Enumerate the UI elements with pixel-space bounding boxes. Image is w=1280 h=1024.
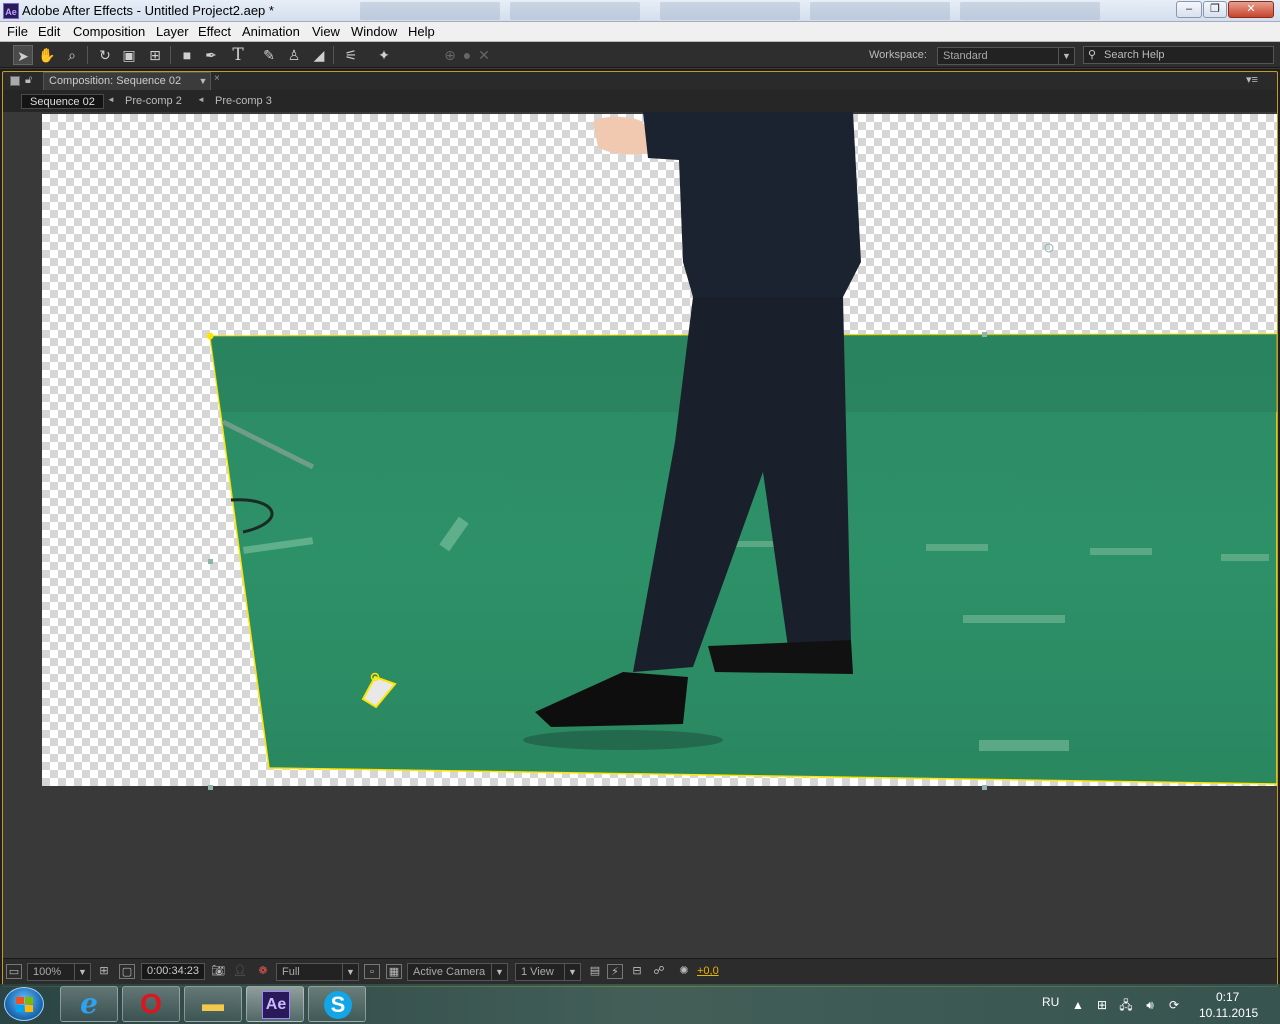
search-icon: ⚲ xyxy=(1088,49,1097,61)
taskbar-internet-explorer[interactable]: e xyxy=(60,986,118,1022)
internet-explorer-icon: e xyxy=(80,987,98,1020)
chevron-down-icon: ▼ xyxy=(1058,48,1074,64)
minimize-button[interactable]: – xyxy=(1176,1,1202,18)
reset-exposure-icon[interactable]: ✺ xyxy=(676,964,692,979)
tool-separator xyxy=(87,46,88,64)
show-hidden-icons-icon[interactable]: ▲ xyxy=(1071,998,1085,1012)
tool-separator xyxy=(333,46,334,64)
background-tab xyxy=(810,2,950,20)
menu-effect[interactable]: Effect xyxy=(198,24,231,39)
clock-time[interactable]: 0:17 xyxy=(1216,990,1239,1004)
current-time-display[interactable]: 0:00:34:23 xyxy=(141,963,205,980)
flowchart-icon[interactable]: ☍ xyxy=(651,964,667,979)
exposure-value[interactable]: +0,0 xyxy=(697,965,719,977)
magnification-value: 100% xyxy=(33,966,62,978)
menu-help[interactable]: Help xyxy=(408,24,435,39)
search-help-input[interactable]: ⚲ Search Help xyxy=(1083,46,1274,64)
region-of-interest-icon[interactable]: ▢ xyxy=(119,964,135,979)
type-tool-icon[interactable]: T xyxy=(228,45,248,65)
brush-tool-icon[interactable]: ✎ xyxy=(259,45,279,65)
taskbar-skype[interactable]: S xyxy=(308,986,366,1022)
start-button[interactable] xyxy=(4,987,44,1021)
channels-icon[interactable]: ❁ xyxy=(255,964,271,979)
resolution-select[interactable]: Full ▼ xyxy=(276,963,359,981)
window-title: Adobe After Effects - Untitled Project2.… xyxy=(22,3,274,18)
snapshot-icon[interactable]: 📷︎ xyxy=(210,964,226,979)
menu-bar: File Edit Composition Layer Effect Anima… xyxy=(0,22,1280,42)
workspace-select[interactable]: Standard ▼ xyxy=(937,47,1075,65)
pen-tool-icon[interactable]: ✒ xyxy=(201,45,221,65)
folder-icon: ▬ xyxy=(202,991,224,1016)
chevron-down-icon: ▼ xyxy=(342,964,358,980)
windows-flag-icon[interactable]: ⊞ xyxy=(1095,998,1109,1012)
view-layout-select[interactable]: 1 View ▼ xyxy=(515,963,581,981)
eraser-tool-icon[interactable]: ◢ xyxy=(309,45,329,65)
fast-previews-icon[interactable]: ▫ xyxy=(364,964,380,979)
background-windows xyxy=(360,2,1100,20)
rotation-tool-icon[interactable]: ↻ xyxy=(95,45,115,65)
always-preview-icon[interactable]: ▭ xyxy=(6,964,22,979)
roto-brush-tool-icon[interactable]: ⚟ xyxy=(341,45,361,65)
tool-separator xyxy=(170,46,171,64)
search-placeholder: Search Help xyxy=(1104,49,1165,61)
skype-icon: S xyxy=(324,991,352,1019)
menu-view[interactable]: View xyxy=(312,24,340,39)
menu-composition[interactable]: Composition xyxy=(73,24,145,39)
background-tab xyxy=(660,2,800,20)
timeline-icon[interactable]: ⊟ xyxy=(629,964,645,979)
title-bar: Ae Adobe After Effects - Untitled Projec… xyxy=(0,0,1280,22)
background-tab xyxy=(360,2,500,20)
workspace-value: Standard xyxy=(943,50,988,62)
axis-view-icon[interactable]: ✕ xyxy=(474,45,494,65)
chevron-down-icon: ▼ xyxy=(491,964,507,980)
maximize-button[interactable]: ❐ xyxy=(1203,1,1227,18)
safe-margins-icon[interactable]: ⊞ xyxy=(96,964,112,979)
opera-icon: O xyxy=(140,988,162,1019)
camera-view-select[interactable]: Active Camera ▼ xyxy=(407,963,508,981)
puppet-pin-tool-icon[interactable]: ✦ xyxy=(374,45,394,65)
sync-icon[interactable]: ⟳ xyxy=(1167,998,1181,1012)
after-effects-icon: Ae xyxy=(262,991,290,1019)
rectangle-tool-icon[interactable]: ■ xyxy=(177,45,197,65)
active-panel-frame xyxy=(2,71,1278,987)
selection-tool-icon[interactable]: ➤ xyxy=(13,45,33,65)
windows-logo-icon xyxy=(16,997,34,1013)
taskbar-after-effects[interactable]: Ae xyxy=(246,986,304,1022)
background-tab xyxy=(960,2,1100,20)
toggle-pixel-aspect-icon[interactable]: ▤ xyxy=(587,964,603,979)
clock-date[interactable]: 10.11.2015 xyxy=(1199,1006,1258,1020)
menu-edit[interactable]: Edit xyxy=(38,24,60,39)
background-tab xyxy=(510,2,640,20)
menu-animation[interactable]: Animation xyxy=(242,24,300,39)
language-indicator[interactable]: RU xyxy=(1042,995,1059,1009)
menu-window[interactable]: Window xyxy=(351,24,397,39)
chevron-down-icon: ▼ xyxy=(74,964,90,980)
taskbar-opera[interactable]: O xyxy=(122,986,180,1022)
workspace-label: Workspace: xyxy=(869,49,927,61)
show-snapshot-icon[interactable]: 👤︎ xyxy=(232,964,248,979)
taskbar-explorer[interactable]: ▬ xyxy=(184,986,242,1022)
camera-view-value: Active Camera xyxy=(413,966,486,978)
chevron-down-icon: ▼ xyxy=(564,964,580,980)
volume-icon[interactable]: 🔊︎ xyxy=(1143,998,1157,1012)
view-layout-value: 1 View xyxy=(521,966,554,978)
fast-preview-icon[interactable]: ⚡︎ xyxy=(607,964,623,979)
after-effects-icon: Ae xyxy=(3,3,19,19)
clone-stamp-tool-icon[interactable]: ♙ xyxy=(284,45,304,65)
zoom-tool-icon[interactable]: ⌕ xyxy=(62,45,82,65)
menu-layer[interactable]: Layer xyxy=(156,24,189,39)
close-button[interactable]: ✕ xyxy=(1228,1,1274,18)
hand-tool-icon[interactable]: ✋ xyxy=(37,45,57,65)
network-icon[interactable]: 🖧︎ xyxy=(1119,998,1133,1012)
magnification-select[interactable]: 100% ▼ xyxy=(27,963,91,981)
transparency-grid-icon[interactable]: ▦ xyxy=(386,964,402,979)
resolution-value: Full xyxy=(282,966,300,978)
camera-tool-icon[interactable]: ▣ xyxy=(119,45,139,65)
menu-file[interactable]: File xyxy=(7,24,28,39)
pan-behind-tool-icon[interactable]: ⊞ xyxy=(145,45,165,65)
